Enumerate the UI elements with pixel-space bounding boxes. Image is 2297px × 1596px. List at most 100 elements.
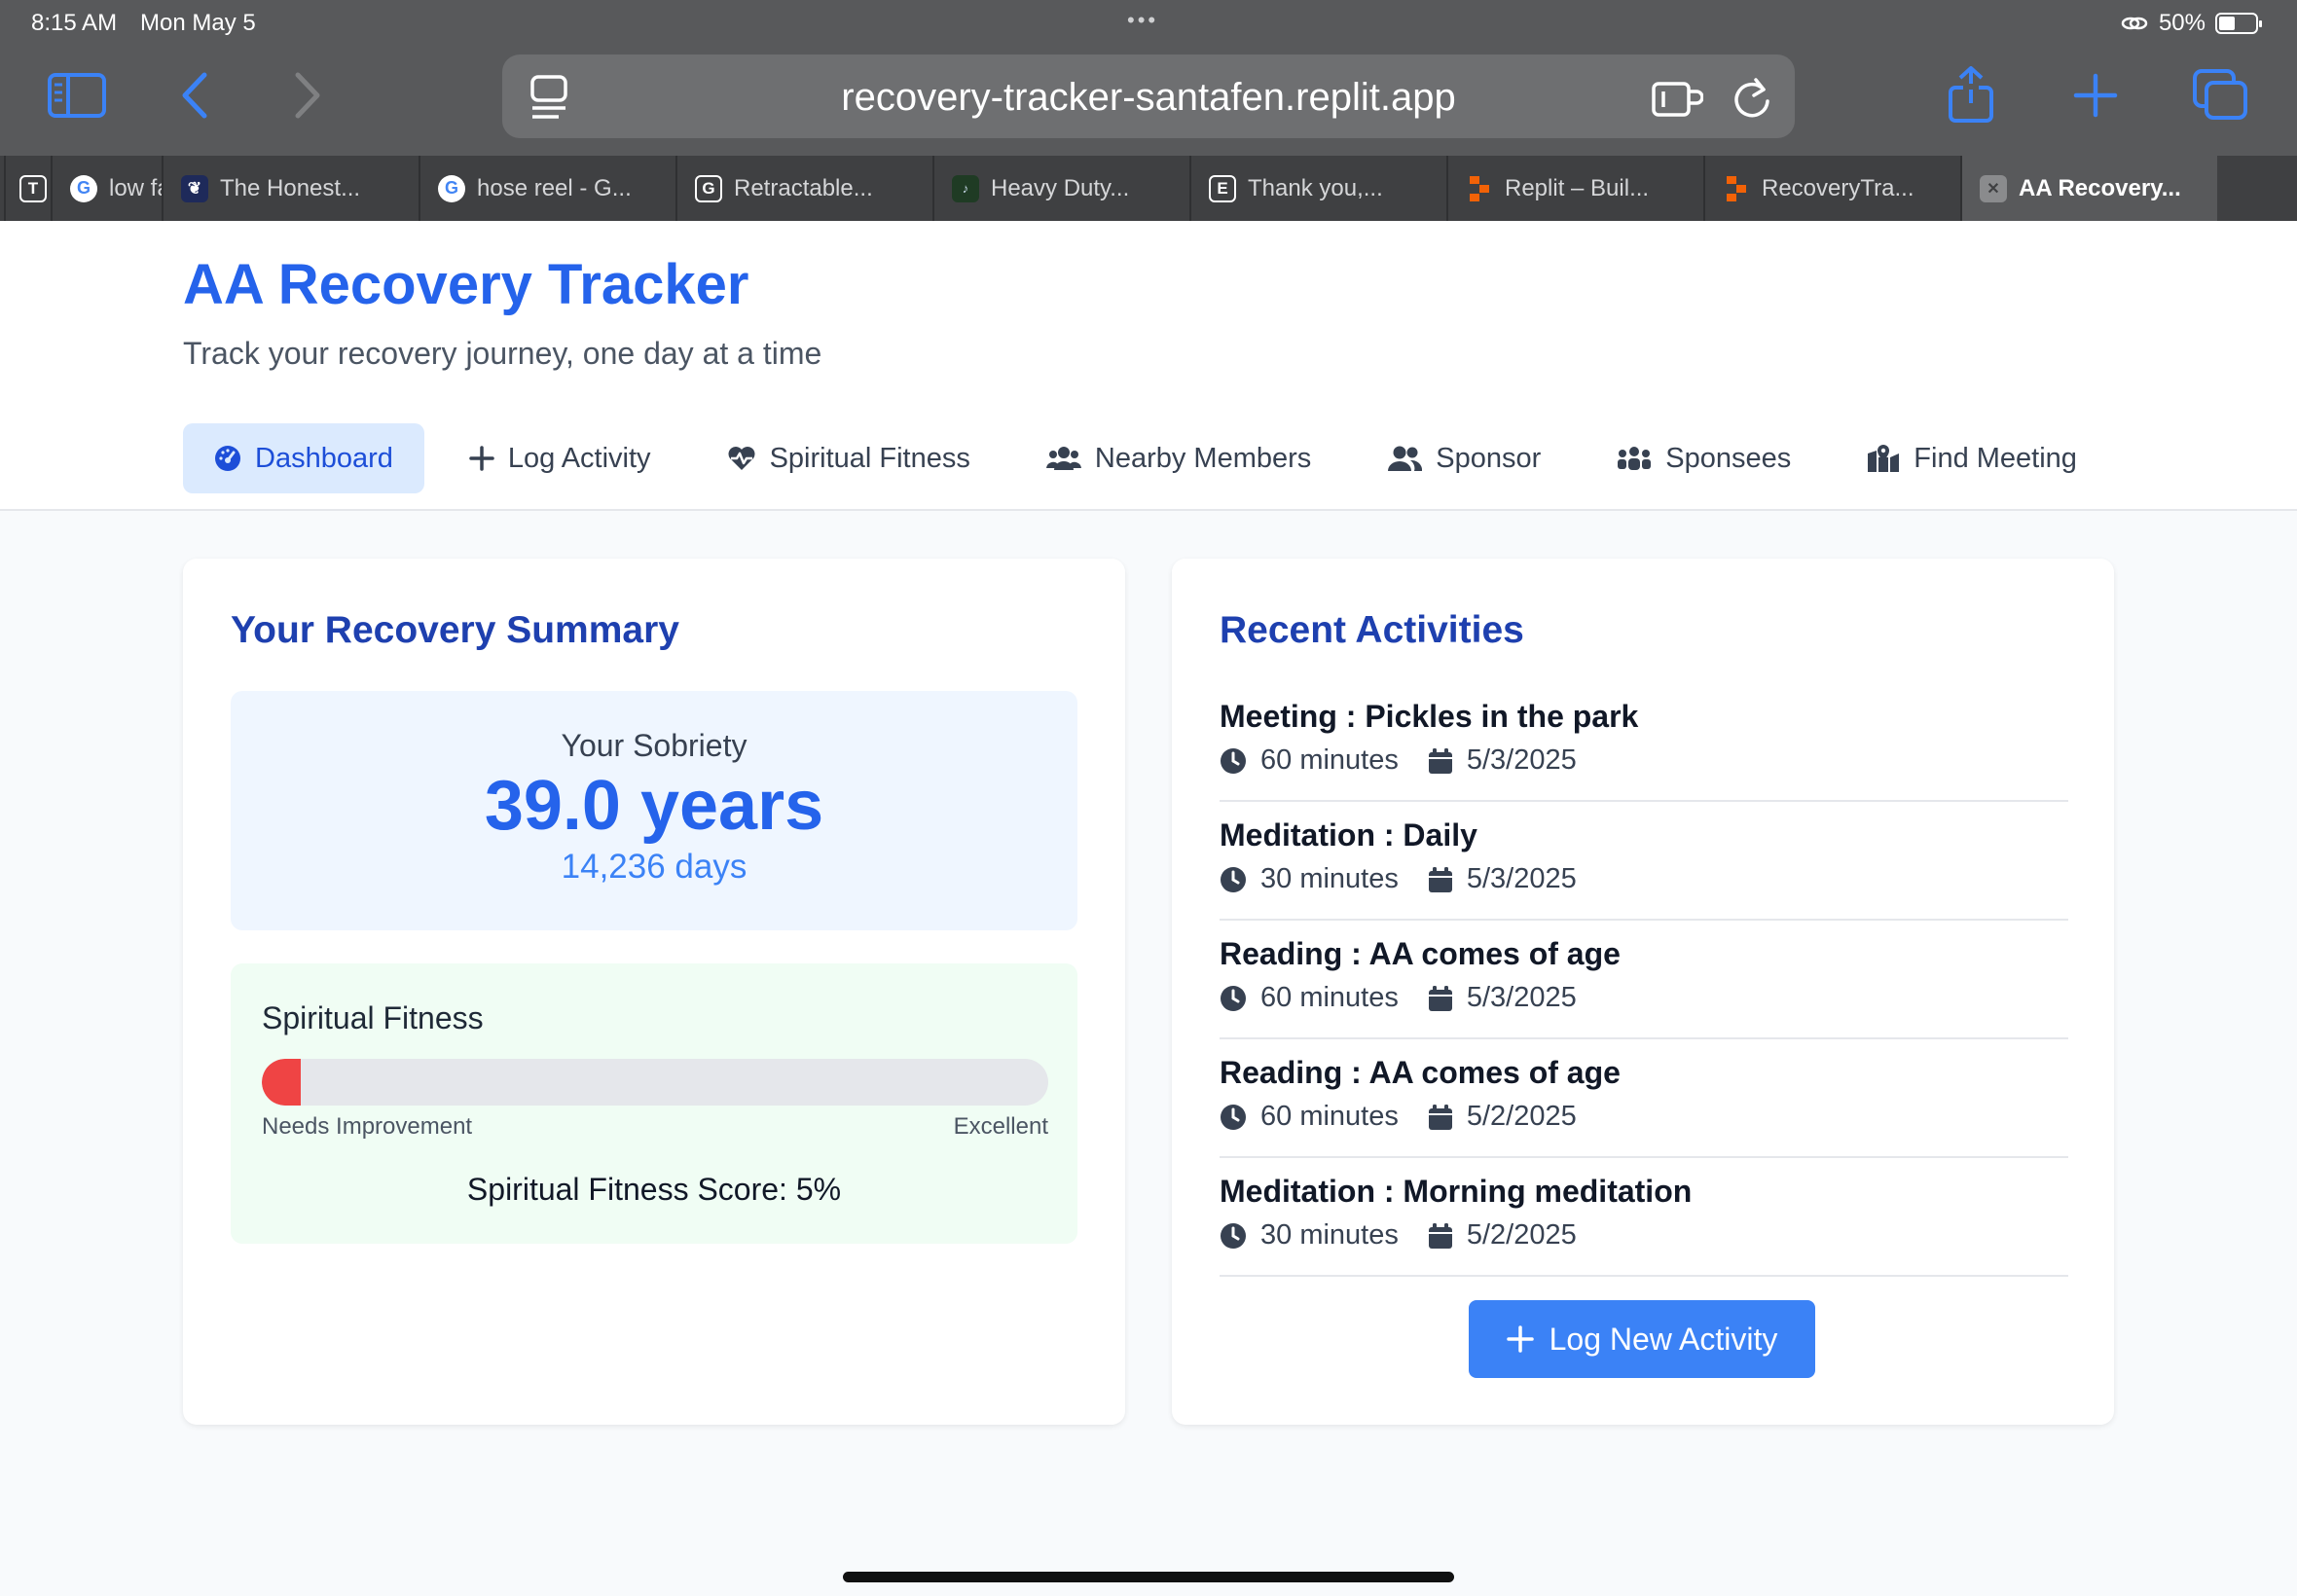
activity-duration: 60 minutes [1260, 744, 1399, 776]
activity-duration: 30 minutes [1260, 1219, 1399, 1251]
page-header: AA Recovery Tracker Track your recovery … [0, 221, 2297, 511]
nav-label: Sponsor [1436, 442, 1542, 474]
address-bar[interactable]: recovery-tracker-santafen.replit.app [502, 54, 1795, 138]
replit-icon [1466, 175, 1493, 202]
reload-icon[interactable] [1731, 74, 1773, 121]
activities-title: Recent Activities [1220, 609, 1524, 651]
tab-5[interactable]: G Retractable... [675, 156, 932, 221]
fitness-score: Spiritual Fitness Score: 5% [466, 1172, 842, 1207]
battery-icon [2215, 13, 2262, 34]
tab-active[interactable]: ✕ AA Recovery... [1960, 156, 2217, 221]
tab-3[interactable]: ❦ The Honest... [162, 156, 419, 221]
sobriety-days: 14,236 days [561, 847, 747, 886]
log-button-label: Log New Activity [1549, 1321, 1778, 1357]
home-indicator[interactable] [843, 1572, 1454, 1582]
nav-sponsor[interactable]: Sponsor [1356, 423, 1572, 493]
tab-label: Retractable... [734, 174, 873, 201]
sobriety-label: Your Sobriety [561, 728, 747, 763]
activity-item[interactable]: Meditation : Daily 30 minutes 5/3/2025 [1220, 802, 2068, 921]
heart-pulse-icon [728, 447, 755, 470]
nav-label: Sponsees [1665, 442, 1792, 474]
forward-icon[interactable] [288, 68, 327, 123]
fitness-high-label: Excellent [953, 1113, 1048, 1140]
tab-1[interactable]: T [4, 156, 51, 221]
replit-icon [1723, 175, 1750, 202]
nav-nearby-members[interactable]: Nearby Members [1015, 423, 1342, 493]
fitness-progress-fill [262, 1059, 302, 1106]
nav-spiritual-fitness[interactable]: Spiritual Fitness [696, 423, 1002, 493]
extension-icon[interactable] [1651, 76, 1703, 119]
share-icon[interactable] [1945, 66, 1997, 123]
nav-log-activity[interactable]: Log Activity [438, 423, 682, 493]
fitness-progress-bar [262, 1059, 1048, 1106]
plus-icon [1506, 1325, 1534, 1353]
activity-title: Meditation : Daily [1220, 817, 1477, 852]
activity-date: 5/2/2025 [1466, 1101, 1577, 1132]
heavy-duty-icon: ♪ [952, 174, 979, 202]
activity-item[interactable]: Reading : AA comes of age 60 minutes 5/2… [1220, 1039, 2068, 1158]
url-text[interactable]: recovery-tracker-santafen.replit.app [502, 76, 1795, 120]
status-date: Mon May 5 [140, 10, 256, 36]
activity-meta: 60 minutes 5/2/2025 [1220, 1101, 2068, 1133]
activity-meta: 60 minutes 5/3/2025 [1220, 744, 2068, 777]
activity-date: 5/3/2025 [1466, 744, 1577, 776]
nav-find-meeting[interactable]: Find Meeting [1836, 423, 2108, 493]
status-time: 8:15 AM [31, 10, 118, 36]
activity-title: Reading : AA comes of age [1220, 1055, 1621, 1090]
tab-bar: T G low fa ❦ The Honest... G hose reel -… [0, 156, 2297, 221]
letter-e-icon: E [1209, 174, 1236, 202]
link-icon [2121, 17, 2148, 30]
letter-g-icon: G [695, 174, 722, 202]
tab-label: Thank you,... [1248, 174, 1383, 201]
nav-dashboard[interactable]: Dashboard [183, 423, 424, 493]
tab-9[interactable]: RecoveryTra... [1703, 156, 1960, 221]
activity-duration: 60 minutes [1260, 1101, 1399, 1132]
summary-title: Your Recovery Summary [231, 609, 679, 651]
sobriety-years: 39.0 years [484, 767, 824, 845]
activity-date: 5/3/2025 [1466, 982, 1577, 1013]
fitness-low-label: Needs Improvement [262, 1113, 473, 1140]
status-right: 50% [2120, 10, 2262, 37]
nav-label: Find Meeting [1914, 442, 2077, 474]
nav-sponsees[interactable]: Sponsees [1586, 423, 1822, 493]
main-nav: Dashboard Log Activity Spiritual Fitness… [183, 423, 2122, 493]
tab-7[interactable]: E Thank you,... [1189, 156, 1446, 221]
tab-overview-icon[interactable] [2192, 68, 2250, 123]
browser-toolbar: recovery-tracker-santafen.replit.app [0, 47, 2297, 156]
users-icon [1045, 447, 1081, 470]
new-tab-icon[interactable] [2071, 68, 2120, 123]
recent-activities-card: Recent Activities Meeting : Pickles in t… [1172, 559, 2114, 1425]
calendar-icon [1428, 1104, 1452, 1130]
tab-label: Heavy Duty... [991, 174, 1130, 201]
activity-item[interactable]: Meeting : Pickles in the park 60 minutes… [1220, 683, 2068, 802]
tab-6[interactable]: ♪ Heavy Duty... [932, 156, 1189, 221]
fitness-label: Spiritual Fitness [262, 1000, 484, 1035]
clock-icon [1221, 866, 1246, 892]
calendar-icon [1428, 985, 1452, 1011]
nav-label: Dashboard [255, 442, 393, 474]
sidebar-toggle-icon[interactable] [45, 68, 109, 123]
clock-icon [1221, 747, 1246, 774]
back-icon[interactable] [175, 68, 214, 123]
sobriety-box: Your Sobriety 39.0 years 14,236 days [231, 691, 1077, 930]
tab-4[interactable]: G hose reel - G... [419, 156, 675, 221]
calendar-icon [1428, 866, 1452, 892]
close-tab-icon[interactable]: ✕ [1980, 174, 2007, 202]
plus-icon [469, 446, 494, 471]
spiritual-fitness-box: Spiritual Fitness Needs Improvement Exce… [231, 963, 1077, 1244]
log-new-activity-button[interactable]: Log New Activity [1469, 1300, 1815, 1378]
status-bar: 8:15 AM Mon May 5 ••• 50% [0, 0, 2297, 47]
google-icon: G [438, 174, 465, 202]
activity-meta: 30 minutes 5/2/2025 [1220, 1219, 2068, 1251]
google-icon: G [70, 174, 97, 202]
calendar-icon [1428, 1222, 1452, 1249]
multitasking-dots-icon[interactable]: ••• [1127, 8, 1158, 33]
activity-item[interactable]: Reading : AA comes of age 60 minutes 5/3… [1220, 921, 2068, 1039]
activity-item[interactable]: Meditation : Morning meditation 30 minut… [1220, 1158, 2068, 1277]
honest-icon: ❦ [181, 174, 208, 202]
nav-label: Spiritual Fitness [769, 442, 970, 474]
tab-2[interactable]: G low fa [51, 156, 162, 221]
tab-8[interactable]: Replit – Buil... [1446, 156, 1703, 221]
tab-label: Replit – Buil... [1505, 174, 1650, 201]
activity-duration: 30 minutes [1260, 863, 1399, 894]
